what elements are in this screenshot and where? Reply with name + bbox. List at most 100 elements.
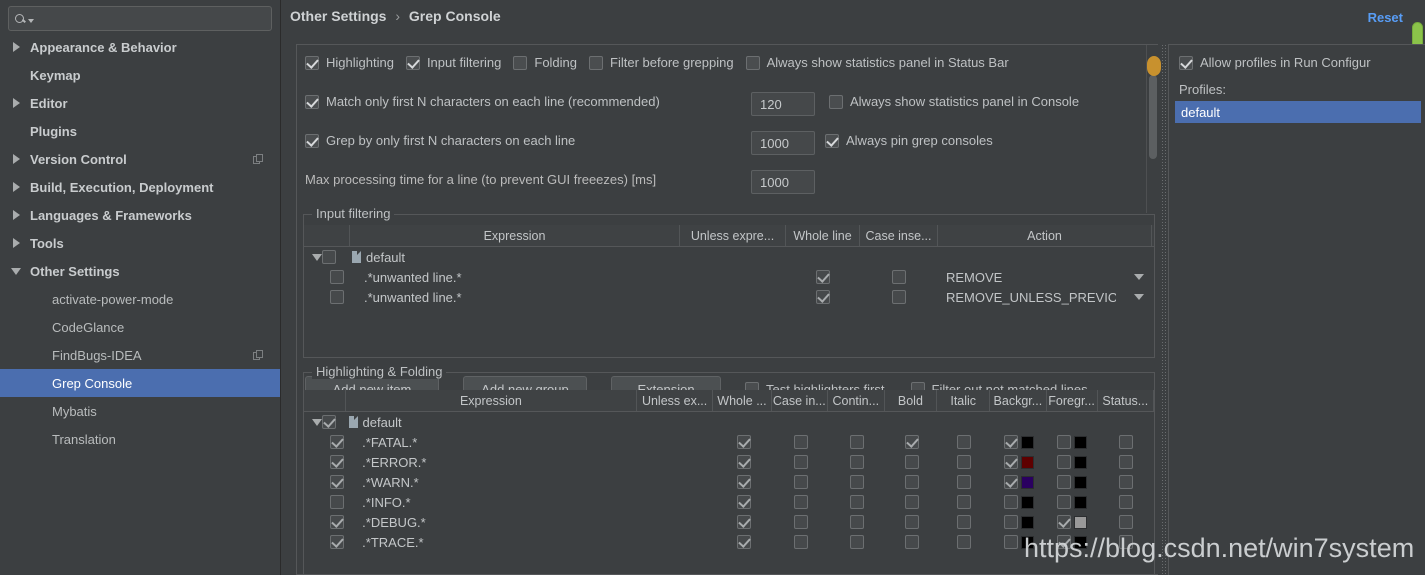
expander-right-icon[interactable] xyxy=(8,154,24,164)
match-first-n-input[interactable]: 120 xyxy=(751,92,815,116)
row-enabled-checkbox[interactable] xyxy=(330,455,344,469)
table-row[interactable]: default xyxy=(304,247,1154,267)
chevron-down-icon[interactable] xyxy=(1134,274,1144,280)
sidebar-item-tools[interactable]: Tools xyxy=(0,229,280,257)
background-color-swatch[interactable] xyxy=(1021,456,1034,469)
column-header-action[interactable]: Action xyxy=(938,225,1152,246)
continue-matching-checkbox[interactable] xyxy=(850,455,864,469)
sidebar-item-grep-console[interactable]: Grep Console xyxy=(0,369,280,397)
bold-checkbox[interactable] xyxy=(905,475,919,489)
whole-line-checkbox[interactable] xyxy=(816,290,830,304)
case-insensitive-checkbox[interactable] xyxy=(794,515,808,529)
bold-checkbox[interactable] xyxy=(905,535,919,549)
sidebar-item-plugins[interactable]: Plugins xyxy=(0,117,280,145)
foreground-color-checkbox[interactable] xyxy=(1057,455,1071,469)
copy-icon[interactable] xyxy=(253,350,264,361)
column-header-unless-expre-[interactable]: Unless expre... xyxy=(680,225,786,246)
options-scrollbar-thumb[interactable] xyxy=(1149,75,1157,159)
table-row[interactable]: default xyxy=(304,412,1154,432)
italic-checkbox[interactable] xyxy=(957,435,971,449)
foreground-color-swatch[interactable] xyxy=(1074,496,1087,509)
whole-line-checkbox[interactable] xyxy=(737,495,751,509)
bold-checkbox[interactable] xyxy=(905,435,919,449)
case-insensitive-checkbox[interactable] xyxy=(794,535,808,549)
match-first-n-checkbox[interactable] xyxy=(305,95,319,109)
italic-checkbox[interactable] xyxy=(957,475,971,489)
input-filtering-checkbox[interactable] xyxy=(406,56,420,70)
table-row[interactable]: .*unwanted line.*REMOVE xyxy=(304,267,1154,287)
row-enabled-checkbox[interactable] xyxy=(330,290,344,304)
sidebar-item-codeglance[interactable]: CodeGlance xyxy=(0,313,280,341)
expander-down-icon[interactable] xyxy=(8,268,24,275)
chevron-down-icon[interactable] xyxy=(1134,294,1144,300)
continue-matching-checkbox[interactable] xyxy=(850,435,864,449)
column-header-expression[interactable]: Expression xyxy=(346,390,637,411)
status-bar-checkbox[interactable] xyxy=(1119,475,1133,489)
row-enabled-checkbox[interactable] xyxy=(330,475,344,489)
whole-line-checkbox[interactable] xyxy=(816,270,830,284)
column-header-whole-[interactable]: Whole ... xyxy=(713,390,771,411)
max-processing-time-input[interactable]: 1000 xyxy=(751,170,815,194)
status-bar-checkbox[interactable] xyxy=(1119,455,1133,469)
status-bar-checkbox[interactable] xyxy=(1119,515,1133,529)
sidebar-item-findbugs-idea[interactable]: FindBugs-IDEA xyxy=(0,341,280,369)
sidebar-item-build-execution-deployment[interactable]: Build, Execution, Deployment xyxy=(0,173,280,201)
continue-matching-checkbox[interactable] xyxy=(850,495,864,509)
sidebar-item-editor[interactable]: Editor xyxy=(0,89,280,117)
background-color-checkbox[interactable] xyxy=(1004,475,1018,489)
status-bar-checkbox[interactable] xyxy=(1119,435,1133,449)
italic-checkbox[interactable] xyxy=(957,515,971,529)
table-row[interactable]: .*DEBUG.* xyxy=(304,512,1154,532)
case-insensitive-checkbox[interactable] xyxy=(892,290,906,304)
whole-line-checkbox[interactable] xyxy=(737,455,751,469)
sidebar-item-translation[interactable]: Translation xyxy=(0,425,280,453)
case-insensitive-checkbox[interactable] xyxy=(794,435,808,449)
foreground-color-swatch[interactable] xyxy=(1074,516,1087,529)
row-enabled-checkbox[interactable] xyxy=(322,250,336,264)
sidebar-item-languages-frameworks[interactable]: Languages & Frameworks xyxy=(0,201,280,229)
table-row[interactable]: .*unwanted line.*REMOVE_UNLESS_PREVIOUSL… xyxy=(304,287,1154,307)
row-enabled-checkbox[interactable] xyxy=(330,270,344,284)
foreground-color-checkbox[interactable] xyxy=(1057,475,1071,489)
sidebar-item-activate-power-mode[interactable]: activate-power-mode xyxy=(0,285,280,313)
whole-line-checkbox[interactable] xyxy=(737,435,751,449)
column-header-case-in-[interactable]: Case in... xyxy=(772,390,828,411)
background-color-swatch[interactable] xyxy=(1021,516,1034,529)
allow-profiles-checkbox[interactable] xyxy=(1179,56,1193,70)
continue-matching-checkbox[interactable] xyxy=(850,515,864,529)
grep-first-n-checkbox[interactable] xyxy=(305,134,319,148)
column-header-checkbox[interactable] xyxy=(304,390,346,411)
foreground-color-checkbox[interactable] xyxy=(1057,515,1071,529)
foreground-color-swatch[interactable] xyxy=(1074,456,1087,469)
row-enabled-checkbox[interactable] xyxy=(330,495,344,509)
row-enabled-checkbox[interactable] xyxy=(322,415,336,429)
background-color-checkbox[interactable] xyxy=(1004,435,1018,449)
table-row[interactable]: .*FATAL.* xyxy=(304,432,1154,452)
italic-checkbox[interactable] xyxy=(957,535,971,549)
whole-line-checkbox[interactable] xyxy=(737,535,751,549)
continue-matching-checkbox[interactable] xyxy=(850,535,864,549)
highlighting-checkbox[interactable] xyxy=(305,56,319,70)
column-header-unless-ex-[interactable]: Unless ex... xyxy=(637,390,713,411)
filter-before-grepping-checkbox[interactable] xyxy=(589,56,603,70)
column-header-status-[interactable]: Status... xyxy=(1098,390,1154,411)
breadcrumb-root[interactable]: Other Settings xyxy=(290,8,386,24)
foreground-color-swatch[interactable] xyxy=(1074,436,1087,449)
row-enabled-checkbox[interactable] xyxy=(330,435,344,449)
background-color-checkbox[interactable] xyxy=(1004,515,1018,529)
foreground-color-checkbox[interactable] xyxy=(1057,495,1071,509)
column-header-case-inse-[interactable]: Case inse... xyxy=(860,225,938,246)
bold-checkbox[interactable] xyxy=(905,495,919,509)
case-insensitive-checkbox[interactable] xyxy=(794,495,808,509)
copy-icon[interactable] xyxy=(253,154,264,165)
grep-first-n-input[interactable]: 1000 xyxy=(751,131,815,155)
expander-right-icon[interactable] xyxy=(8,182,24,192)
column-header-backgr-[interactable]: Backgr... xyxy=(990,390,1046,411)
case-insensitive-checkbox[interactable] xyxy=(794,475,808,489)
row-enabled-checkbox[interactable] xyxy=(330,535,344,549)
pin-grep-consoles-checkbox[interactable] xyxy=(825,134,839,148)
foreground-color-checkbox[interactable] xyxy=(1057,435,1071,449)
expander-right-icon[interactable] xyxy=(8,238,24,248)
whole-line-checkbox[interactable] xyxy=(737,515,751,529)
whole-line-checkbox[interactable] xyxy=(737,475,751,489)
